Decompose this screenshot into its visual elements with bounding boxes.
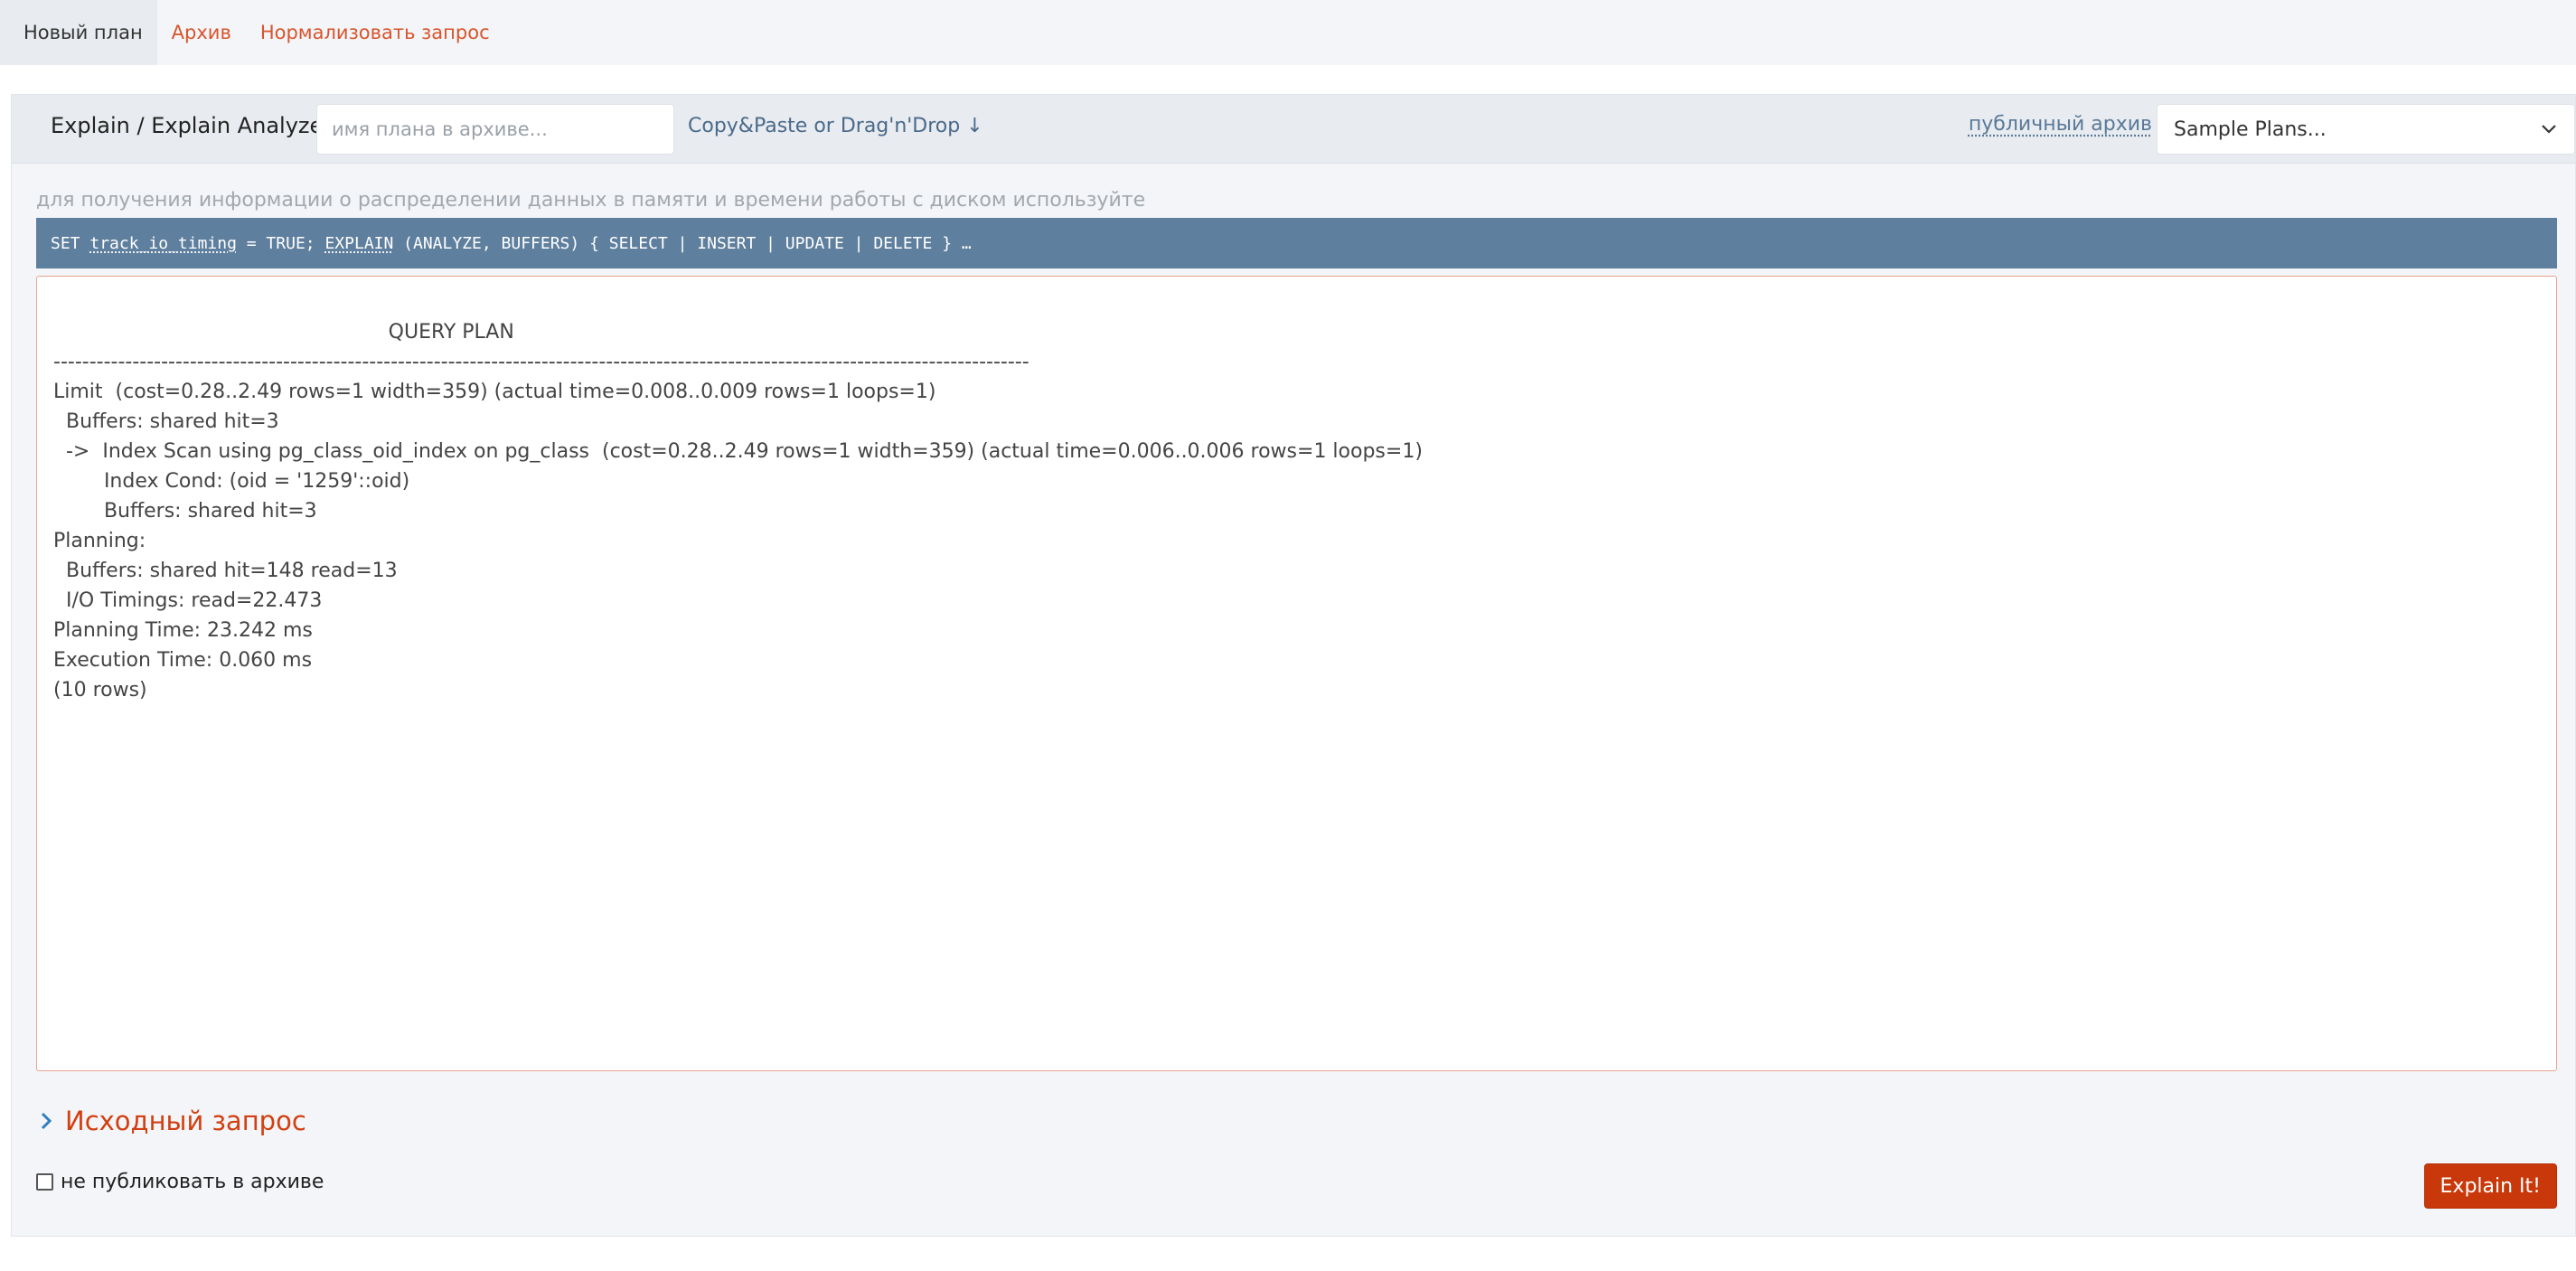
no-publish-option[interactable]: не публиковать в архиве (36, 1171, 324, 1193)
resize-handle-icon[interactable] (2531, 1045, 2554, 1069)
sample-plans-select[interactable]: Sample Plans... (2157, 104, 2575, 155)
explain-panel: Explain / Explain Analyze Copy&Paste or … (11, 94, 2576, 1237)
code-explain: EXPLAIN (324, 233, 394, 253)
tab-normalize-query[interactable]: Нормализовать запрос (246, 0, 504, 65)
chevron-right-icon (36, 1108, 56, 1134)
tab-archive[interactable]: Архив (157, 0, 246, 65)
explain-it-button[interactable]: Explain It! (2423, 1163, 2557, 1209)
copy-paste-link[interactable]: Copy&Paste or Drag'n'Drop ↓ (688, 115, 983, 137)
toolbar-title: Explain / Explain Analyze (51, 113, 324, 138)
query-plan-textarea[interactable]: QUERY PLAN -----------------------------… (36, 276, 2557, 1071)
query-plan-text: QUERY PLAN -----------------------------… (53, 321, 1423, 701)
code-part: = TRUE; (236, 233, 325, 253)
no-publish-label: не публиковать в архиве (61, 1171, 324, 1193)
public-archive-link[interactable]: публичный архив (1969, 113, 2152, 136)
source-query-toggle[interactable]: Исходный запрос (36, 1106, 306, 1136)
code-part: (ANALYZE, BUFFERS) { SELECT | INSERT | U… (393, 233, 972, 253)
io-timing-code: SET track_io_timing = TRUE; EXPLAIN (ANA… (36, 218, 2557, 268)
sample-plans-value: Sample Plans... (2174, 118, 2327, 141)
tab-new-plan[interactable]: Новый план (0, 0, 157, 65)
footer-row: не публиковать в архиве Explain It! (36, 1144, 2557, 1225)
top-nav: Новый план Архив Нормализовать запрос (0, 0, 2576, 65)
io-timing-hint: для получения информации о распределении… (36, 189, 1146, 212)
plan-name-input[interactable] (316, 104, 674, 155)
code-part: SET (51, 233, 90, 253)
source-query-title: Исходный запрос (65, 1106, 306, 1136)
no-publish-checkbox[interactable] (36, 1173, 53, 1191)
code-track-io-timing: track_io_timing (89, 233, 237, 253)
chevron-down-icon (2540, 120, 2558, 138)
toolbar: Explain / Explain Analyze Copy&Paste or … (12, 95, 2575, 164)
